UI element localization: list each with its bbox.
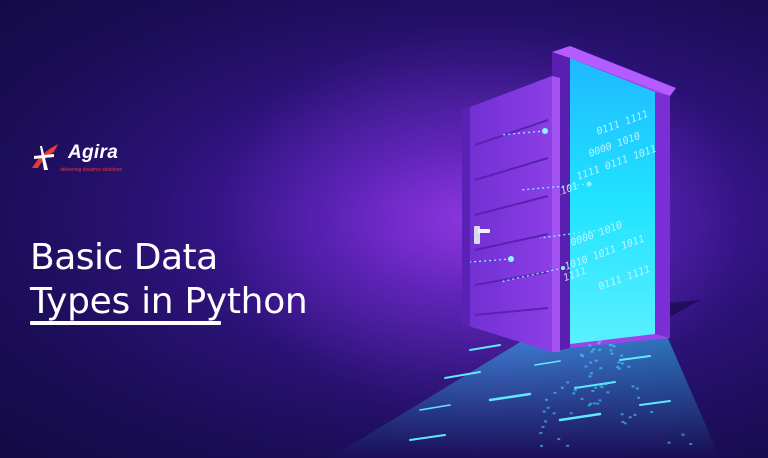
floor-pixel: [620, 413, 624, 416]
floor-pixel: [541, 425, 545, 428]
floor-pixel: [650, 410, 654, 413]
floor-pixel: [598, 348, 602, 351]
floor-pixel: [633, 413, 637, 416]
floor-pixel: [566, 381, 570, 384]
agira-logo: Agira delivering dreamst solutions: [28, 138, 138, 180]
floor-pixel: [598, 335, 602, 338]
floor-pixel: [681, 433, 685, 436]
floor-pixel: [599, 385, 603, 388]
floor-pixel: [589, 361, 593, 364]
floor-pixel: [594, 359, 598, 362]
floor-pixel: [588, 375, 592, 378]
floor-pixel: [598, 340, 602, 343]
floor-pixel: [612, 345, 616, 348]
floor-pixel: [609, 349, 613, 352]
floor-pixel: [569, 412, 573, 415]
floor-pixel: [591, 390, 595, 392]
floor-pixel: [553, 391, 557, 394]
floor-pixel: [560, 386, 564, 389]
floor-pixel: [566, 444, 570, 447]
floor-pixel: [592, 348, 596, 351]
floor-pixel: [604, 383, 608, 386]
floor-pixel: [546, 406, 550, 409]
floor-pixel: [592, 402, 596, 405]
floor-pixel: [557, 438, 561, 441]
banner: 0111 11110000 10101111 0111 10110100 110…: [0, 0, 768, 458]
floor-pixel: [584, 365, 588, 368]
floor-pixel: [573, 389, 577, 392]
floor-pixel: [552, 412, 556, 415]
floor-pixel: [617, 361, 621, 364]
floor-pixel: [597, 342, 600, 345]
floor-pixel: [627, 365, 631, 368]
floor-pixel: [588, 344, 592, 347]
floor-pixel: [606, 391, 610, 394]
floor-pixel: [580, 397, 584, 400]
floor-pixel: [628, 416, 632, 419]
floor-pixel: [579, 353, 583, 356]
floor-pixel: [539, 432, 543, 434]
floor-pixel: [587, 404, 591, 407]
floor-pixel: [572, 392, 576, 395]
floor-pixel: [689, 443, 693, 445]
floor-pixel: [621, 420, 625, 423]
floor-pixel: [620, 354, 624, 357]
title-line-2: Types in Python: [30, 281, 308, 323]
door-handle: [474, 226, 480, 244]
floor-pixel: [542, 410, 546, 413]
floor-pixel: [637, 396, 641, 399]
title-line-1: Basic Data: [30, 237, 218, 279]
floor-pixel: [610, 352, 614, 355]
logo-tagline: delivering dreamst solutions: [60, 167, 122, 173]
floor-pixel: [545, 398, 548, 401]
floor-pixel: [667, 441, 671, 444]
floor-pixel: [635, 387, 639, 390]
floor-pixel: [631, 385, 635, 388]
floor-pixel: [544, 420, 548, 423]
floor-pixel: [598, 399, 602, 402]
floor-pixel: [616, 366, 620, 369]
floor-pixel: [596, 402, 600, 405]
floor-pixel: [574, 386, 578, 389]
floor-pixel: [602, 336, 606, 338]
title-underline: [30, 321, 221, 325]
floor-pixel: [589, 372, 593, 375]
floor-pixel: [590, 350, 594, 353]
page-title: Basic Data Types in Python: [30, 236, 308, 324]
floor-pixel: [595, 337, 599, 340]
floor-pixel: [620, 362, 624, 365]
logo-wordmark: Agira: [68, 142, 119, 163]
floor-pixel: [594, 386, 598, 389]
floor-pixel: [599, 367, 603, 370]
floor-pixel: [540, 444, 543, 447]
open-door-illustration: 0111 11110000 10101111 0111 10110100 110…: [220, 20, 740, 458]
